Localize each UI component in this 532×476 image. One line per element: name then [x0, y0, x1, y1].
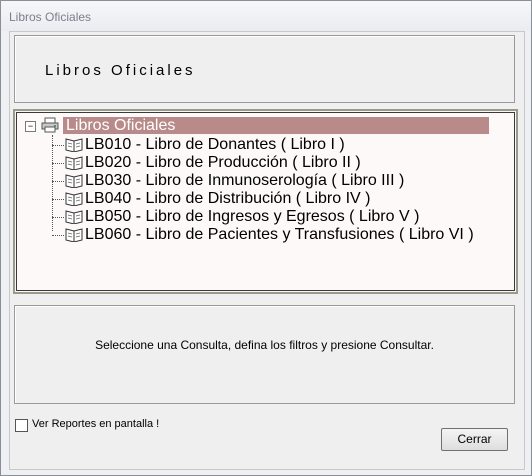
book-icon	[65, 227, 83, 243]
tree-item[interactable]: LB020 - Libro de Producción ( Libro II )	[52, 154, 492, 172]
status-message: Seleccione una Consulta, defina los filt…	[95, 338, 434, 352]
header-panel: Libros Oficiales	[14, 35, 515, 103]
tree-connector-line	[52, 235, 64, 236]
book-icon	[65, 191, 83, 207]
close-button[interactable]: Cerrar	[441, 428, 508, 451]
tree-root-label[interactable]: Libros Oficiales	[63, 117, 489, 134]
show-on-screen-checkbox[interactable]	[15, 419, 28, 432]
tree-connector-line	[52, 181, 64, 182]
tree-item[interactable]: LB010 - Libro de Donantes ( Libro I )	[52, 136, 492, 154]
tree-root-node[interactable]: − Libros Oficiales	[25, 117, 489, 135]
tree-item-label[interactable]: LB040 - Libro de Distribución ( Libro IV…	[85, 190, 370, 208]
tree-item[interactable]: LB060 - Libro de Pacientes y Transfusion…	[52, 226, 492, 244]
status-panel: Seleccione una Consulta, defina los filt…	[14, 305, 515, 404]
header-title: Libros Oficiales	[45, 62, 196, 79]
window-title: Libros Oficiales	[9, 10, 92, 24]
printer-icon	[41, 117, 59, 133]
tree-connector-line	[52, 163, 64, 164]
tree-item-label[interactable]: LB060 - Libro de Pacientes y Transfusion…	[85, 226, 474, 244]
tree-item[interactable]: LB030 - Libro de Inmunoserología ( Libro…	[52, 172, 492, 190]
tree-connector-line	[52, 217, 64, 218]
client-area: Libros Oficiales − Libros Oficiales LB01…	[9, 31, 525, 470]
tree-view[interactable]: − Libros Oficiales LB010 - Libro de Dona…	[13, 109, 518, 294]
tree-item[interactable]: LB050 - Libro de Ingresos y Egresos ( Li…	[52, 208, 492, 226]
book-icon	[65, 137, 83, 153]
tree-connector-line	[52, 199, 64, 200]
book-icon	[65, 173, 83, 189]
title-bar[interactable]: Libros Oficiales	[1, 1, 531, 31]
show-on-screen-option[interactable]: Ver Reportes en pantalla !	[15, 418, 215, 434]
tree-item[interactable]: LB040 - Libro de Distribución ( Libro IV…	[52, 190, 492, 208]
tree-item-label[interactable]: LB010 - Libro de Donantes ( Libro I )	[85, 136, 345, 154]
collapse-icon[interactable]: −	[25, 121, 36, 132]
show-on-screen-label[interactable]: Ver Reportes en pantalla !	[32, 418, 159, 430]
tree-view-inner: − Libros Oficiales LB010 - Libro de Dona…	[16, 112, 515, 291]
tree-item-label[interactable]: LB030 - Libro de Inmunoserología ( Libro…	[85, 172, 404, 190]
tree-item-label[interactable]: LB020 - Libro de Producción ( Libro II )	[85, 154, 361, 172]
book-icon	[65, 155, 83, 171]
window: Libros Oficiales Libros Oficiales − Libr…	[0, 0, 532, 476]
book-icon	[65, 209, 83, 225]
tree-connector-line	[52, 145, 64, 146]
tree-item-label[interactable]: LB050 - Libro de Ingresos y Egresos ( Li…	[85, 208, 419, 226]
